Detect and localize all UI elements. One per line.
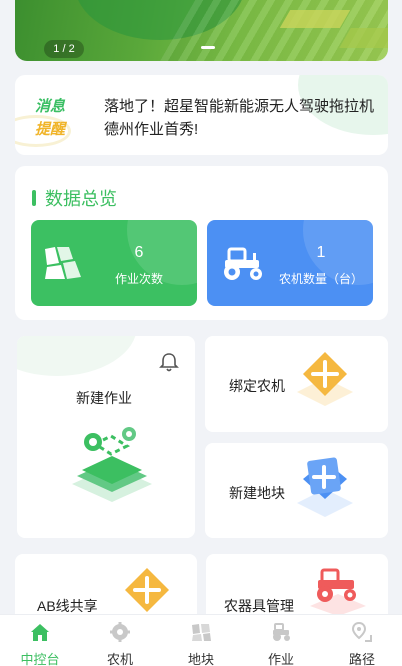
banner-carousel[interactable]: 1 / 2 bbox=[15, 0, 388, 61]
implement-management-label: 农器具管理 bbox=[224, 598, 294, 614]
stat-jobs-label: 作业次数 bbox=[114, 272, 163, 286]
data-overview-panel: 数据总览 6 作业次数 1 农机数量（台） bbox=[15, 166, 388, 320]
banner-indicator-dot[interactable] bbox=[201, 46, 215, 49]
tab-routes[interactable]: 路径 bbox=[322, 615, 402, 666]
tab-label: 路径 bbox=[348, 652, 375, 666]
plot-icon bbox=[192, 624, 211, 641]
tab-label: 作业 bbox=[267, 652, 294, 666]
new-plot-label: 新建地块 bbox=[229, 485, 285, 501]
tab-label: 中控台 bbox=[20, 652, 60, 666]
bind-machine-card[interactable]: 绑定农机 bbox=[205, 336, 388, 432]
stat-jobs-value: 6 bbox=[134, 244, 144, 261]
stat-card-jobs[interactable]: 6 作业次数 bbox=[31, 220, 197, 306]
tab-console[interactable]: 中控台 bbox=[0, 615, 80, 666]
red-tractor-icon bbox=[310, 568, 366, 614]
tab-label: 地块 bbox=[187, 652, 214, 666]
add-plus-icon bbox=[125, 568, 169, 612]
banner-field-pattern bbox=[279, 10, 351, 28]
tractor-icon bbox=[273, 623, 290, 641]
tab-label: 农机 bbox=[106, 652, 133, 666]
stat-machines-value: 1 bbox=[316, 244, 326, 261]
bottom-tab-bar: 中控台 农机 地块 作业 路径 bbox=[0, 614, 402, 666]
tractor-icon bbox=[224, 247, 262, 280]
notice-tag-line2: 提醒 bbox=[35, 121, 66, 138]
notice-message[interactable]: 落地了！超星智能新能源无人驾驶拖拉机德州作业首秀! bbox=[104, 95, 374, 141]
new-job-card[interactable]: 新建作业 bbox=[17, 336, 195, 538]
notice-tag-line1: 消息 bbox=[35, 98, 66, 115]
new-job-label: 新建作业 bbox=[76, 390, 132, 406]
card-decoration bbox=[17, 336, 137, 376]
section-title: 数据总览 bbox=[45, 189, 117, 209]
field-map-icon bbox=[45, 247, 81, 279]
ab-line-share-card[interactable]: AB线共享 bbox=[15, 554, 197, 614]
bell-icon[interactable] bbox=[158, 351, 180, 373]
stat-card-machines[interactable]: 1 农机数量（台） bbox=[207, 220, 373, 306]
machine-gear-icon bbox=[110, 622, 130, 642]
notice-tag: 消息 提醒 bbox=[35, 95, 65, 141]
stat-machines-label: 农机数量（台） bbox=[278, 272, 363, 286]
banner-page-counter: 1 / 2 bbox=[44, 40, 84, 58]
implement-management-card[interactable]: 农器具管理 bbox=[206, 554, 388, 614]
bind-machine-label: 绑定农机 bbox=[229, 378, 285, 394]
section-accent-bar bbox=[32, 190, 36, 206]
tab-machines[interactable]: 农机 bbox=[80, 615, 160, 666]
add-plot-icon bbox=[297, 457, 353, 517]
route-pin-icon bbox=[351, 621, 372, 642]
home-icon bbox=[31, 624, 49, 641]
tab-jobs[interactable]: 作业 bbox=[241, 615, 321, 666]
new-plot-card[interactable]: 新建地块 bbox=[205, 443, 388, 538]
tab-plots[interactable]: 地块 bbox=[161, 615, 241, 666]
add-plus-icon bbox=[297, 352, 353, 406]
ab-line-share-label: AB线共享 bbox=[37, 598, 98, 614]
map-route-icon bbox=[72, 427, 152, 502]
notice-card[interactable]: 消息 提醒 落地了！超星智能新能源无人驾驶拖拉机德州作业首秀! bbox=[15, 75, 388, 155]
